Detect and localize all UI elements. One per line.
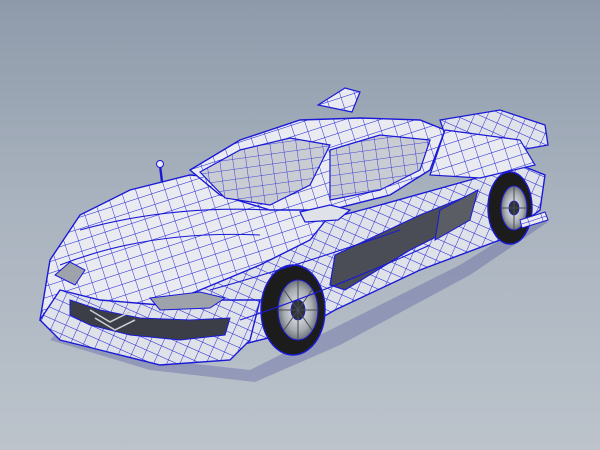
rear-fin [316,87,361,113]
rear-wheel [487,171,533,245]
car-wireframe-model[interactable] [0,0,600,450]
3d-viewport[interactable] [0,0,600,450]
